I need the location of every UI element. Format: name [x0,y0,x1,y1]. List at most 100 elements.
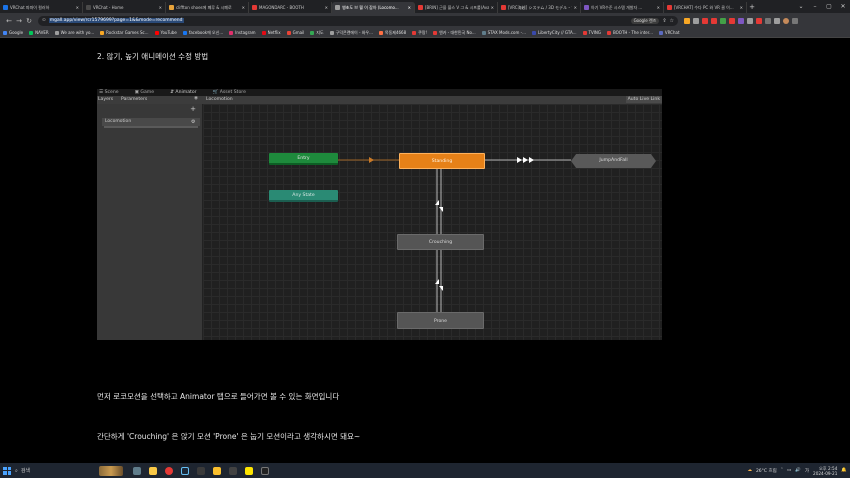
bookmark-item[interactable]: Gmail [286,30,304,35]
bookmark-item[interactable]: facebook에 오신... [182,30,223,36]
chrome-icon[interactable] [165,466,173,475]
extension-icon[interactable] [684,17,690,24]
new-tab-button[interactable]: + [747,2,757,13]
bookmark-item[interactable]: 목동제4668 [378,30,406,36]
browser-tab[interactable]: MAGONDARC - BOOTH ✕ [249,2,332,13]
bookmark-item[interactable]: Rockstar Games Sc... [100,30,149,35]
extension-icon[interactable] [756,17,762,24]
tab-close-icon[interactable]: ✕ [491,5,494,10]
menu-dots-icon[interactable] [792,17,798,24]
share-icon[interactable]: ⇪ [662,18,666,24]
bookmark-favicon-icon [286,30,291,35]
browser-tab[interactable]: cliffton shoes에 폐루 & 시폐로 ✕ [166,2,249,13]
tab-search-icon[interactable]: ⌄ [794,0,808,13]
clock[interactable]: 오후 2:54 2024-09-21 [813,466,837,476]
extension-icon[interactable] [747,17,753,24]
bookmark-favicon-icon [606,30,611,35]
prone-node: Prone [397,312,484,329]
volume-icon[interactable]: 🔊 [795,468,801,473]
address-bar[interactable]: ⊙ mgall.app/view/rcr1579699?page=1&&mode… [38,15,678,26]
bookmark-item[interactable]: 쿠팡! [412,30,427,36]
browser-tab[interactable]: 쌩초도 브 뭘 이 잡아 (Locomo... ✕ [332,2,415,13]
bookmark-star-icon[interactable]: ☆ [670,18,674,24]
animator-toolbar: Layers Parameters ◉ Locomotion Auto Live… [97,96,662,104]
bookmark-favicon-icon [378,30,383,35]
tab-close-icon[interactable]: ✕ [242,5,245,10]
minimize-button[interactable]: – [808,0,822,13]
browser-tab[interactable]: [BRIN] 근을 블스 V 그 & 시프롤(Avatar...✕ [415,2,498,13]
notification-icon[interactable]: 🔔 [841,468,847,473]
windows-start-icon[interactable] [3,466,11,475]
close-window-button[interactable]: ✕ [836,0,850,13]
browser-tab[interactable]: VRChat - Home ✕ [83,2,166,13]
bookmark-item[interactable]: Google [3,30,23,35]
app-icon[interactable] [261,466,269,475]
tab-title: [BRIN] 근을 블스 V 그 & 시프롤(Avatar... [425,4,489,10]
browser-tab[interactable]: [VRCHAT] 수다 PC 와 VR 클 이... ✕ [664,2,747,13]
task-view-icon[interactable] [133,466,141,475]
maximize-button[interactable]: ▢ [822,0,836,13]
download-icon[interactable] [774,17,780,24]
tab-close-icon[interactable]: ✕ [325,5,328,10]
unity-hub-icon[interactable] [197,466,205,475]
bookmark-item[interactable]: VRChat [658,30,680,35]
bookmark-item[interactable]: 지도 [310,30,324,36]
extension-icon[interactable] [711,17,717,24]
layers-panel: + Locomotion ⚙ [97,104,203,340]
bookmark-item[interactable]: Netflix [261,30,281,35]
extension-icon[interactable] [702,17,708,24]
bookmark-item[interactable]: TVING [582,30,601,35]
taskbar-search[interactable]: ⌕ 검색 [15,467,75,475]
kakaotalk-icon[interactable] [245,466,253,475]
bookmark-item[interactable]: YouTube [154,30,177,35]
search-highlight-image[interactable] [99,465,123,476]
bookmark-favicon-icon [29,30,34,35]
steam-icon[interactable] [181,466,189,475]
weather-text[interactable]: 26°C 흐림 [756,468,777,474]
bookmark-item[interactable]: NAVER [29,30,49,35]
app-icon[interactable] [229,466,237,475]
windows-taskbar: ⌕ 검색 ☁ 26°C 흐림 ˄ ▭ 🔊 가 오후 2:54 2024-09-2… [0,463,850,478]
extension-icon[interactable] [720,17,726,24]
forward-arrow-icon[interactable]: → [14,17,24,25]
back-arrow-icon[interactable]: ← [4,17,14,25]
tab-close-icon[interactable]: ✕ [159,5,162,10]
tab-title: [VRCHAT] 수다 PC 와 VR 클 이... [674,4,734,10]
bookmark-favicon-icon [582,30,587,35]
layer-settings-icon: ⚙ [191,119,196,125]
tab-close-icon[interactable]: ✕ [657,5,660,10]
tab-title: MAGONDARC - BOOTH [259,5,304,10]
browser-tab[interactable]: [VRC海越] システム / 3D モデル・ア...✕ [498,2,581,13]
weather-icon: ☁ [747,468,752,473]
extension-icon[interactable] [738,17,744,24]
file-explorer-icon[interactable] [149,466,157,475]
reload-icon[interactable]: ↻ [24,17,34,25]
bookmark-item[interactable]: Instagram [229,30,256,35]
bookmark-item[interactable]: 엔카 - 대한민국 No... [433,30,476,36]
tab-close-icon[interactable]: ✕ [408,5,411,10]
puzzle-icon[interactable] [765,17,771,24]
bookmark-favicon-icon [154,30,159,35]
browser-tab[interactable]: 아기 VR수준 시스템 개발자 ... ✕ [581,2,664,13]
bookmark-label: We are with yo... [60,30,95,35]
avatar[interactable] [783,17,789,24]
google-lens-badge[interactable]: Google 렌즈 [630,17,660,24]
tab-title: VRChat - Home [93,5,124,10]
bookmark-favicon-icon [481,30,486,35]
app-icon[interactable] [213,466,221,475]
bookmark-item[interactable]: 구덕콘랜에이 - 와우... [329,30,373,36]
site-info-icon[interactable]: ⊙ [42,18,46,23]
ime-indicator[interactable]: 가 [805,468,809,474]
bookmark-item[interactable]: LibertyCity // GTA... [531,30,577,35]
tab-close-icon[interactable]: ✕ [76,5,79,10]
extension-icon[interactable] [693,17,699,24]
bookmark-item[interactable]: BOOTH - The inter... [606,30,653,35]
extension-icon[interactable] [729,17,735,24]
browser-tab[interactable]: VRChat 파파이 컬러하 ✕ [0,2,83,13]
bookmark-item[interactable]: We are with yo... [54,30,95,35]
tray-chevron-icon[interactable]: ˄ [781,468,783,473]
bookmark-item[interactable]: STAX Mods.com -... [481,30,526,35]
tab-close-icon[interactable]: ✕ [574,5,577,10]
network-icon[interactable]: ▭ [787,468,791,473]
tab-close-icon[interactable]: ✕ [740,5,743,10]
